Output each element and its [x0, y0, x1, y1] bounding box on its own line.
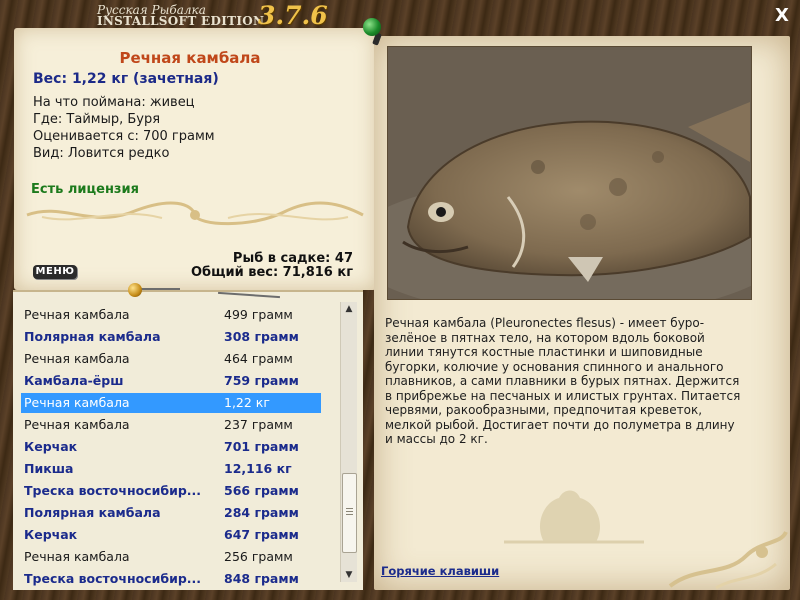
- gold-pin-icon: [128, 283, 142, 297]
- scroll-ornament-icon: [26, 201, 364, 226]
- corner-ornament-icon: [668, 530, 788, 590]
- list-item-name: Полярная камбала: [24, 505, 161, 520]
- list-item-weight: 848 грамм: [224, 571, 299, 586]
- list-item[interactable]: Керчак 647 грамм: [21, 525, 321, 545]
- thumb-grip-line: [346, 514, 353, 515]
- list-item-name: Керчак: [24, 439, 78, 454]
- location-info: Где: Таймыр, Буря: [33, 112, 161, 127]
- list-item[interactable]: Речная камбала 464 грамм: [21, 349, 321, 369]
- list-item[interactable]: Треска восточносибир... 848 грамм: [21, 569, 321, 589]
- bait-info: На что поймана: живец: [33, 95, 195, 110]
- list-item[interactable]: Полярная камбала 284 грамм: [21, 503, 321, 523]
- list-item-weight: 1,22 кг: [224, 395, 270, 410]
- pin-needle: [140, 288, 180, 290]
- list-item-name: Камбала-ёрш: [24, 373, 124, 388]
- app-version: 3.7.6: [258, 1, 328, 30]
- list-item-name: Треска восточносибир...: [24, 571, 202, 586]
- list-item-name: Керчак: [24, 527, 78, 542]
- list-item-weight: 701 грамм: [224, 439, 299, 454]
- list-item-name: Речная камбала: [24, 307, 130, 322]
- rarity-info: Вид: Ловится редко: [33, 146, 170, 161]
- keepnet-count: Рыб в садке: 47: [232, 251, 353, 266]
- description-paper: Речная камбала (Pleuronectes flesus) - и…: [374, 36, 790, 590]
- fish-photo: [387, 46, 752, 300]
- list-item-weight: 308 грамм: [224, 329, 299, 344]
- list-item[interactable]: Речная камбала 499 грамм: [21, 305, 321, 325]
- list-item-name: Полярная камбала: [24, 329, 161, 344]
- list-item-weight: 499 грамм: [224, 307, 293, 322]
- close-icon[interactable]: X: [771, 5, 793, 27]
- fish-description: Речная камбала (Pleuronectes flesus) - и…: [385, 316, 741, 446]
- list-item[interactable]: Полярная камбала 308 грамм: [21, 327, 321, 347]
- list-item-name: Пикша: [24, 461, 74, 476]
- list-item[interactable]: Треска восточносибир... 566 грамм: [21, 481, 321, 501]
- list-item-weight: 566 грамм: [224, 483, 299, 498]
- flounder-image-icon: [388, 47, 751, 299]
- list-item-name: Речная камбала: [24, 549, 130, 564]
- list-item-name: Речная камбала: [24, 351, 130, 366]
- total-weight: Общий вес: 71,816 кг: [190, 265, 353, 280]
- thumb-grip-line: [346, 508, 353, 509]
- list-item[interactable]: Керчак 701 грамм: [21, 437, 321, 457]
- list-item-weight: 256 грамм: [224, 549, 293, 564]
- arrow-down-icon[interactable]: ▼: [341, 568, 357, 582]
- list-item-weight: 464 грамм: [224, 351, 293, 366]
- list-item-weight: 284 грамм: [224, 505, 299, 520]
- hotkeys-link[interactable]: Горячие клавиши: [381, 564, 499, 578]
- list-item-name: Речная камбала: [24, 395, 130, 410]
- fish-info-card: Речная камбала Вес: 1,22 кг (зачетная) Н…: [14, 28, 376, 290]
- scrollbar-thumb[interactable]: [342, 473, 357, 553]
- green-pin-icon: [363, 18, 381, 36]
- list-item[interactable]: Речная камбала 237 грамм: [21, 415, 321, 435]
- list-item[interactable]: Пикша 12,116 кг: [21, 459, 321, 479]
- app-title-line2: INSTALLSOFT EDITION: [97, 14, 265, 28]
- list-item-weight: 237 грамм: [224, 417, 293, 432]
- list-item[interactable]: Камбала-ёрш 759 грамм: [21, 371, 321, 391]
- valued-from-info: Оценивается с: 700 грамм: [33, 129, 215, 144]
- list-item-selected[interactable]: Речная камбала 1,22 кг: [21, 393, 321, 413]
- fish-name-title: Речная камбала: [119, 49, 261, 67]
- list-item-weight: 759 грамм: [224, 373, 299, 388]
- list-item-name: Треска восточносибир...: [24, 483, 202, 498]
- menu-button[interactable]: МЕНЮ: [33, 265, 77, 279]
- license-status: Есть лицензия: [31, 182, 139, 197]
- thumb-grip-line: [346, 511, 353, 512]
- catch-list[interactable]: Речная камбала 499 грамм Полярная камбал…: [13, 290, 363, 590]
- fish-silhouette-icon: [504, 490, 644, 544]
- list-item-weight: 12,116 кг: [224, 461, 292, 476]
- list-item-name: Речная камбала: [24, 417, 130, 432]
- list-item[interactable]: Речная камбала 256 грамм: [21, 547, 321, 567]
- list-item-weight: 647 грамм: [224, 527, 299, 542]
- list-scrollbar[interactable]: ▲ ▼: [340, 302, 357, 582]
- arrow-up-icon[interactable]: ▲: [341, 302, 357, 316]
- fish-weight: Вес: 1,22 кг (зачетная): [33, 71, 219, 87]
